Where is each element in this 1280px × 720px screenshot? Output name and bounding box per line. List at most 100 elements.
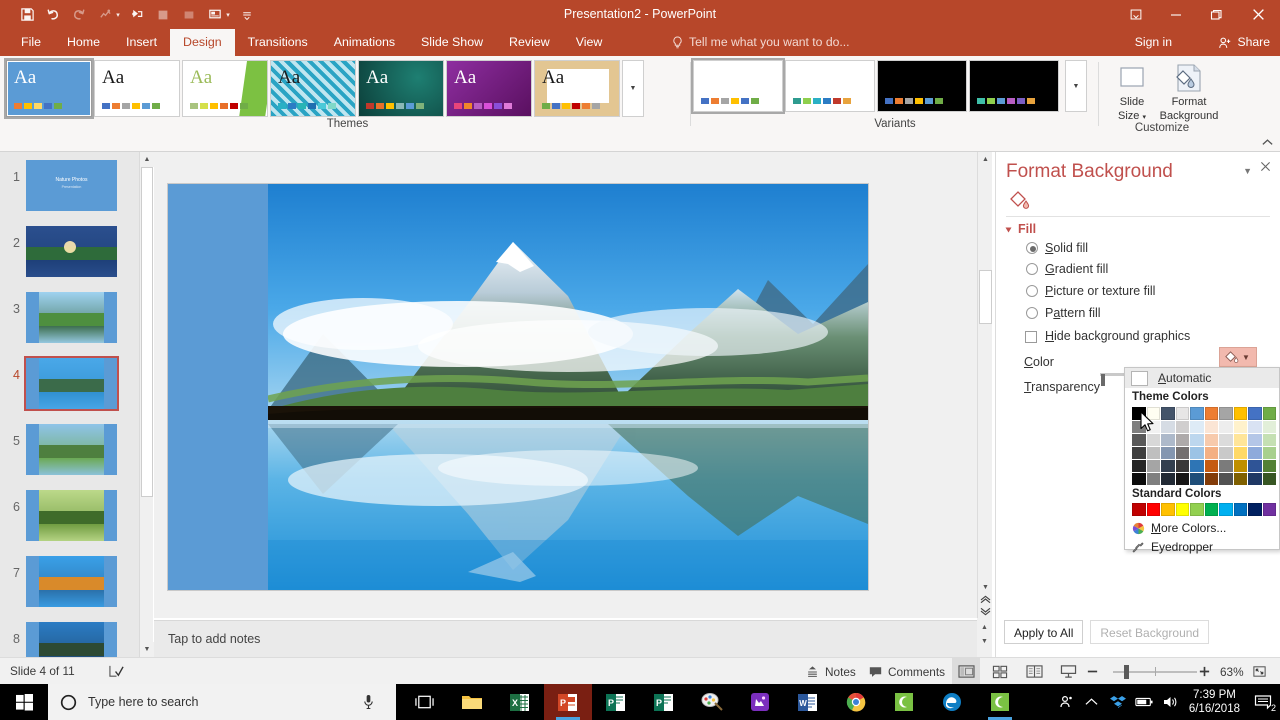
theme-thumbnail-1[interactable]: Aa <box>6 60 92 117</box>
theme-shade-swatch[interactable] <box>1205 473 1219 485</box>
hide-background-graphics-checkbox[interactable] <box>1025 331 1037 343</box>
ribbon-display-options-icon[interactable] <box>1116 0 1156 29</box>
theme-shade-swatch[interactable] <box>1263 447 1277 459</box>
new-slide-icon[interactable] <box>176 3 202 27</box>
theme-color-swatch[interactable] <box>1190 407 1204 420</box>
scroll-up-icon[interactable]: ▲ <box>140 152 154 167</box>
slide-indicator[interactable]: Slide 4 of 11 <box>10 658 75 685</box>
theme-shade-swatch[interactable] <box>1205 434 1219 446</box>
theme-color-swatch[interactable] <box>1248 407 1262 420</box>
theme-shade-swatch[interactable] <box>1132 460 1146 472</box>
slide-scrollbar-thumb[interactable] <box>979 270 992 324</box>
sign-in-button[interactable]: Sign in <box>1135 29 1172 56</box>
notes-pane[interactable]: Tap to add notes <box>154 620 977 657</box>
theme-shade-swatch[interactable] <box>1234 473 1248 485</box>
zoom-out-button[interactable] <box>1086 658 1099 685</box>
camtasia2-icon[interactable] <box>976 684 1024 720</box>
theme-shade-swatch[interactable] <box>1147 434 1161 446</box>
slide-vertical-scrollbar[interactable]: ▲ ▼ <box>977 152 992 618</box>
theme-shade-swatch[interactable] <box>1132 434 1146 446</box>
theme-shade-swatch[interactable] <box>1205 447 1219 459</box>
reading-view-button[interactable] <box>1020 658 1048 685</box>
theme-shade-swatch[interactable] <box>1132 473 1146 485</box>
excel-icon[interactable]: X <box>496 684 544 720</box>
standard-color-swatch[interactable] <box>1161 503 1175 516</box>
next-slide-button[interactable] <box>978 604 993 618</box>
theme-color-swatch[interactable] <box>1219 407 1233 420</box>
picture-or-texture-fill-radio[interactable] <box>1026 285 1038 297</box>
variant-thumbnail-2[interactable] <box>785 60 875 112</box>
theme-shade-swatch[interactable] <box>1176 473 1190 485</box>
themes-more-button[interactable]: ▼ <box>622 60 644 117</box>
task-view-icon[interactable] <box>400 684 448 720</box>
theme-shade-swatch[interactable] <box>1219 434 1233 446</box>
notes-button[interactable]: Notes <box>805 658 856 685</box>
automatic-color-item[interactable]: Automatic <box>1125 368 1279 388</box>
restore-icon[interactable] <box>1196 0 1236 29</box>
slide-show-button[interactable] <box>1054 658 1082 685</box>
slide-scroll-up-icon[interactable]: ▲ <box>978 152 993 166</box>
cortana-icon[interactable] <box>60 694 77 711</box>
photos-icon[interactable] <box>736 684 784 720</box>
pattern-fill-label[interactable]: Pattern fill <box>1045 306 1101 320</box>
ribbon-tab-slide-show[interactable]: Slide Show <box>408 29 496 56</box>
theme-shade-swatch[interactable] <box>1161 460 1175 472</box>
redo-icon[interactable] <box>66 3 92 27</box>
zoom-level-label[interactable]: 63% <box>1220 658 1244 685</box>
comments-button[interactable]: Comments <box>868 658 945 685</box>
theme-shade-swatch[interactable] <box>1205 421 1219 433</box>
clock[interactable]: 7:39 PM 6/16/2018 <box>1183 688 1246 716</box>
theme-shade-swatch[interactable] <box>1234 460 1248 472</box>
theme-shade-swatch[interactable] <box>1176 434 1190 446</box>
customize-qat-icon[interactable] <box>234 3 260 27</box>
theme-shade-swatch[interactable] <box>1219 460 1233 472</box>
pane-options-chevron-icon[interactable]: ▼ <box>1243 166 1252 176</box>
slide-thumbnail-7[interactable] <box>26 556 117 607</box>
microphone-icon[interactable] <box>362 694 375 710</box>
eyedropper-item[interactable]: Eyedropper <box>1132 540 1213 554</box>
file-explorer-icon[interactable] <box>448 684 496 720</box>
format-background-button[interactable]: Format Background <box>1158 62 1220 122</box>
standard-colors-grid[interactable] <box>1132 503 1276 516</box>
ribbon-tab-animations[interactable]: Animations <box>321 29 408 56</box>
notes-scrollbar[interactable]: ▲ ▼ <box>977 618 992 657</box>
action-center-button[interactable]: 2 <box>1246 684 1280 720</box>
slide-thumbnail-item[interactable]: 2 <box>4 226 117 277</box>
theme-shade-swatch[interactable] <box>1248 460 1262 472</box>
fit-slide-to-window-button[interactable] <box>1252 658 1267 685</box>
slide-thumbnail-item[interactable]: 5 <box>4 424 117 475</box>
stop-icon[interactable] <box>150 3 176 27</box>
theme-shade-swatch[interactable] <box>1176 421 1190 433</box>
slide-thumbnail-4[interactable] <box>26 358 117 409</box>
theme-color-swatch[interactable] <box>1263 407 1277 420</box>
theme-shade-swatch[interactable] <box>1132 447 1146 459</box>
reset-background-button[interactable]: Reset Background <box>1090 620 1209 644</box>
ribbon-tab-transitions[interactable]: Transitions <box>235 29 321 56</box>
theme-color-swatch[interactable] <box>1205 407 1219 420</box>
theme-shade-swatch[interactable] <box>1219 473 1233 485</box>
variants-more-button[interactable]: ▼ <box>1065 60 1087 112</box>
present-online-caret-icon[interactable]: ▾ <box>222 11 234 19</box>
zoom-in-button[interactable] <box>1198 658 1211 685</box>
hide-background-graphics-label[interactable]: Hide background graphics <box>1045 329 1190 343</box>
pane-close-icon[interactable] <box>1260 161 1271 172</box>
theme-color-swatch[interactable] <box>1176 407 1190 420</box>
slide-thumbnail-item[interactable]: 4 <box>4 358 117 409</box>
chrome-icon[interactable] <box>832 684 880 720</box>
standard-color-swatch[interactable] <box>1263 503 1277 516</box>
apply-to-all-button[interactable]: Apply to All <box>1004 620 1083 644</box>
dropbox-icon[interactable] <box>1105 684 1131 720</box>
theme-shade-swatch[interactable] <box>1263 421 1277 433</box>
picture-or-texture-fill-label[interactable]: Picture or texture fill <box>1045 284 1155 298</box>
people-icon[interactable] <box>1053 684 1079 720</box>
standard-color-swatch[interactable] <box>1190 503 1204 516</box>
slide-thumbnail-5[interactable] <box>26 424 117 475</box>
zoom-slider-knob[interactable] <box>1124 665 1129 679</box>
theme-shade-swatch[interactable] <box>1190 434 1204 446</box>
theme-shade-swatch[interactable] <box>1263 434 1277 446</box>
slide-thumbnail-2[interactable] <box>26 226 117 277</box>
slide-thumbnail-panel[interactable]: 1Nature PhotosPresentation2345678 <box>0 152 139 657</box>
fill-section-header[interactable]: Fill <box>1018 222 1036 236</box>
more-colors-item[interactable]: More Colors... <box>1132 521 1226 535</box>
standard-color-swatch[interactable] <box>1176 503 1190 516</box>
